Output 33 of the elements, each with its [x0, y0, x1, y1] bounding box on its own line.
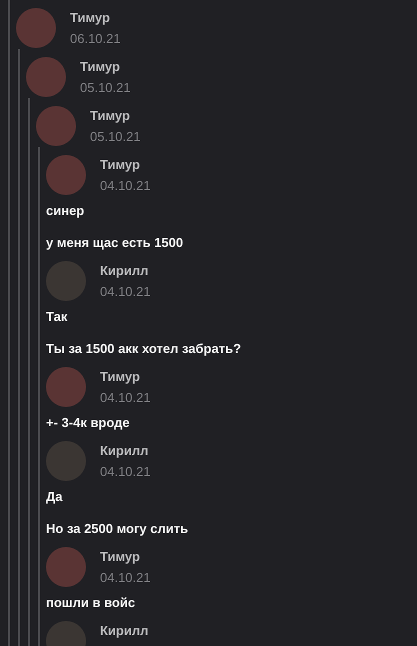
message-date: 04.10.21: [100, 284, 151, 300]
author-name: Кирилл: [100, 263, 150, 279]
message-text: у меня щас есть 1500: [46, 234, 184, 252]
avatar-placeholder: [26, 57, 66, 97]
message-date: 04.10.21: [100, 178, 151, 194]
message-text: Ты за 1500 акк хотел забрать?: [46, 340, 242, 358]
message-date: 04.10.21: [100, 464, 151, 480]
author-name: Тимур: [90, 108, 131, 124]
message-date: 05.10.21: [80, 80, 131, 96]
message-text: Так: [46, 308, 68, 326]
author-name: Тимур: [100, 157, 141, 173]
author-name: Тимур: [100, 369, 141, 385]
message-text: Но за 2500 могу слить: [46, 520, 190, 538]
avatar-placeholder: [16, 8, 56, 48]
author-name: Тимур: [80, 59, 121, 75]
message-text: Да: [46, 488, 64, 506]
author-name: Тимур: [100, 549, 141, 565]
avatar-placeholder: [46, 367, 86, 407]
avatar-placeholder: [46, 441, 86, 481]
avatar-placeholder: [46, 261, 86, 301]
avatar-placeholder: [36, 106, 76, 146]
message-text: +- 3-4к вроде: [46, 414, 131, 432]
author-name: Тимур: [70, 10, 111, 26]
message-date: 05.10.21: [90, 129, 141, 145]
avatar-placeholder: [46, 547, 86, 587]
author-name: Кирилл: [100, 623, 148, 639]
avatar-placeholder: [46, 155, 86, 195]
message-date: 06.10.21: [70, 31, 121, 47]
message-text: пошли в войс: [46, 594, 136, 612]
message-date: 04.10.21: [100, 570, 151, 586]
author-name: Кирилл: [100, 443, 150, 459]
message-text: синер: [46, 202, 86, 220]
message-date: 04.10.21: [100, 390, 151, 406]
